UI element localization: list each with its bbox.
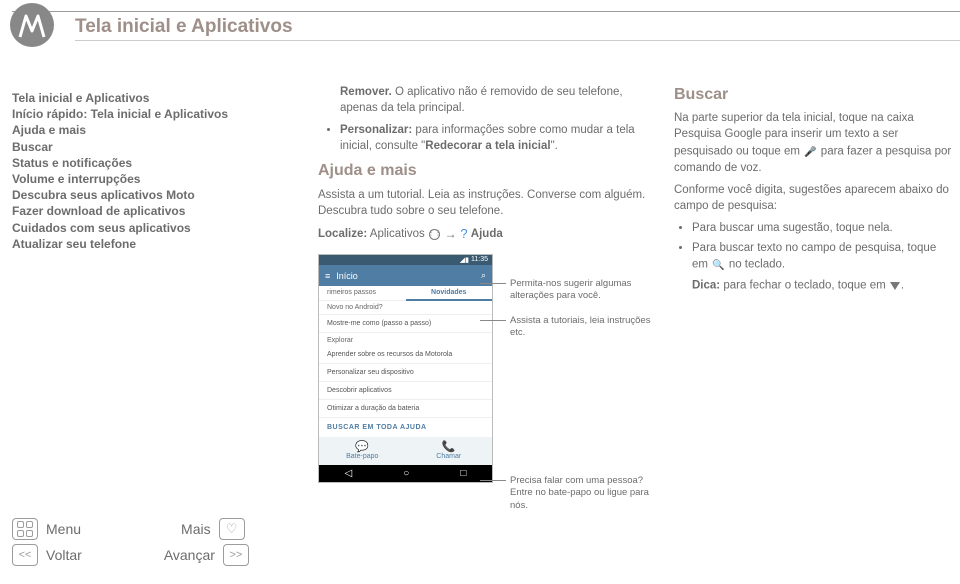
call-tab[interactable]: 📞Chamar xyxy=(406,437,493,465)
buscar-p2: Conforme você digita, sugestões aparecem… xyxy=(674,182,954,214)
microphone-icon xyxy=(804,143,816,160)
forward-label[interactable]: Avançar xyxy=(164,547,215,563)
buscar-li2: Para buscar texto no campo de pesquisa, … xyxy=(692,240,954,273)
triangle-down-icon xyxy=(890,277,900,294)
phone-bottom-tabs: 💬Bate-papo 📞Chamar xyxy=(319,437,492,465)
nav-back-icon[interactable]: ◁ xyxy=(345,468,353,479)
phone-tab[interactable]: rimeiros passos xyxy=(319,286,406,301)
search-icon[interactable]: ⌕ xyxy=(481,270,486,281)
middle-column: Remover. O aplicativo não é removido de … xyxy=(318,84,658,249)
phone-search-all[interactable]: BUSCAR EM TODA AJUDA xyxy=(319,418,492,437)
nav-item[interactable]: Atualizar seu telefone xyxy=(12,236,242,252)
personalizar-bullet: Personalizar: para informações sobre com… xyxy=(340,122,658,154)
signal-icon: ◢▮ xyxy=(460,256,469,264)
ajuda-app-label: Ajuda xyxy=(471,228,503,240)
phone-status-bar: ◢▮ 11:35 xyxy=(319,255,492,265)
forward-icon[interactable]: >> xyxy=(223,544,249,566)
page-title: Tela inicial e Aplicativos xyxy=(75,16,293,38)
phone-list-item[interactable]: Descobrir aplicativos xyxy=(319,382,492,400)
back-icon[interactable]: << xyxy=(12,544,38,566)
localize-text: Aplicativos xyxy=(367,228,428,240)
nav-item[interactable]: Tela inicial e Aplicativos xyxy=(12,90,242,106)
divider-top xyxy=(12,11,960,12)
nav-item[interactable]: Volume e interrupções xyxy=(12,171,242,187)
magnify-icon xyxy=(712,256,724,273)
callout-suggest: Permita-nos sugerir algumas alterações p… xyxy=(510,278,660,303)
buscar-p1: Na parte superior da tela inicial, toque… xyxy=(674,110,954,175)
motorola-m-icon xyxy=(17,10,47,40)
personalizar-bold: Personalizar: xyxy=(340,124,412,136)
nav-item[interactable]: Fazer download de aplicativos xyxy=(12,203,242,219)
nav-item[interactable]: Buscar xyxy=(12,139,242,155)
nav-item[interactable]: Início rápido: Tela inicial e Aplicativo… xyxy=(12,106,242,122)
back-label[interactable]: Voltar xyxy=(46,547,82,563)
redecorar-link[interactable]: Redecorar a tela inicial xyxy=(425,140,550,152)
callout-tutorials: Assista a tutoriais, leia instruções etc… xyxy=(510,315,660,340)
ajuda-paragraph: Assista a um tutorial. Leia as instruçõe… xyxy=(318,187,658,219)
nav-recent-icon[interactable]: □ xyxy=(460,468,466,479)
apps-grid-icon: ⋮⋮ xyxy=(429,229,440,240)
dica-text: para fechar o teclado, toque em xyxy=(720,279,889,291)
buscar-li1: Para buscar uma sugestão, toque nela. xyxy=(692,220,954,236)
phone-walk-item[interactable]: Mostre-me como (passo a passo) xyxy=(319,315,492,333)
buscar-heading: Buscar xyxy=(674,84,954,106)
chat-icon: 💬 xyxy=(319,442,406,453)
dica-line: Dica: para fechar o teclado, toque em . xyxy=(692,277,954,294)
right-column: Buscar Na parte superior da tela inicial… xyxy=(674,84,954,300)
heart-icon[interactable] xyxy=(219,518,245,540)
menu-icon[interactable] xyxy=(12,518,38,540)
phone-tab[interactable]: Novo no Android? xyxy=(319,301,492,315)
dica-bold: Dica: xyxy=(692,279,720,291)
menu-label[interactable]: Menu xyxy=(46,521,81,537)
phone-header-title: Início xyxy=(336,271,358,281)
help-question-icon: ? xyxy=(460,226,467,241)
phone-list-item[interactable]: Otimizar a duração da bateria xyxy=(319,400,492,418)
divider-sub xyxy=(75,40,960,41)
callout-talk: Precisa falar com uma pessoa? Entre no b… xyxy=(510,475,650,512)
left-nav: Tela inicial e Aplicativos Início rápido… xyxy=(12,90,242,252)
ajuda-heading: Ajuda e mais xyxy=(318,160,658,182)
remover-paragraph: Remover. O aplicativo não é removido de … xyxy=(340,84,658,116)
remover-bold: Remover. xyxy=(340,86,392,98)
hamburger-icon[interactable]: ≡ xyxy=(325,271,330,281)
localize-line: Localize: Aplicativos ⋮⋮ → ? Ajuda xyxy=(318,225,658,243)
phone-screenshot: ◢▮ 11:35 ≡ Início ⌕ rimeiros passos Novi… xyxy=(318,254,493,483)
more-label[interactable]: Mais xyxy=(181,521,211,537)
localize-bold: Localize: xyxy=(318,228,367,240)
phone-time: 11:35 xyxy=(471,256,488,264)
arrow-right-icon: → xyxy=(445,229,456,240)
nav-item[interactable]: Ajuda e mais xyxy=(12,122,242,138)
buscar-li2b: no teclado. xyxy=(726,259,785,271)
phone-section: Explorar xyxy=(319,333,492,346)
phone-icon: 📞 xyxy=(406,442,493,453)
chat-tab[interactable]: 💬Bate-papo xyxy=(319,437,406,465)
personalizar-text-b: ". xyxy=(551,140,558,152)
motorola-logo xyxy=(10,3,54,47)
phone-list-item[interactable]: Personalizar seu dispositivo xyxy=(319,364,492,382)
phone-app-header: ≡ Início ⌕ xyxy=(319,265,492,286)
phone-list-item[interactable]: Aprender sobre os recursos da Motorola xyxy=(319,346,492,364)
nav-item[interactable]: Cuidados com seus aplicativos xyxy=(12,220,242,236)
nav-home-icon[interactable]: ○ xyxy=(403,468,409,479)
phone-tab-selected[interactable]: Novidades xyxy=(406,286,493,301)
phone-android-navbar: ◁ ○ □ xyxy=(319,465,492,482)
bottom-nav: Menu Mais << Voltar Avançar >> xyxy=(12,516,272,568)
nav-item[interactable]: Descubra seus aplicativos Moto xyxy=(12,187,242,203)
nav-item[interactable]: Status e notificações xyxy=(12,155,242,171)
